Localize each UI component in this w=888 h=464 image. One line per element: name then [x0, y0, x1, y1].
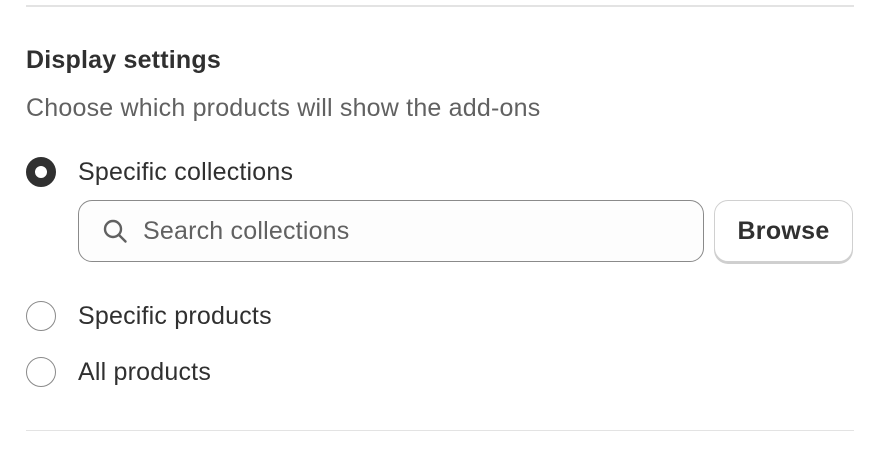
search-collections-input[interactable]	[143, 216, 663, 246]
radio-button-specific-products[interactable]	[26, 301, 56, 331]
section-title: Display settings	[26, 46, 221, 74]
radio-label-specific-products: Specific products	[78, 302, 272, 330]
top-divider	[26, 5, 854, 7]
radio-option-all-products[interactable]: All products	[26, 356, 211, 388]
radio-option-specific-collections[interactable]: Specific collections	[26, 156, 293, 188]
radio-button-all-products[interactable]	[26, 357, 56, 387]
search-icon	[101, 217, 129, 245]
radio-label-all-products: All products	[78, 358, 212, 386]
search-collections-field[interactable]	[78, 200, 704, 262]
browse-button[interactable]: Browse	[714, 200, 853, 262]
bottom-divider	[26, 430, 854, 431]
radio-button-specific-collections[interactable]	[26, 157, 56, 187]
radio-label-specific-collections: Specific collections	[78, 158, 294, 186]
section-description: Choose which products will show the add-…	[26, 94, 541, 122]
radio-option-specific-products[interactable]: Specific products	[26, 300, 272, 332]
